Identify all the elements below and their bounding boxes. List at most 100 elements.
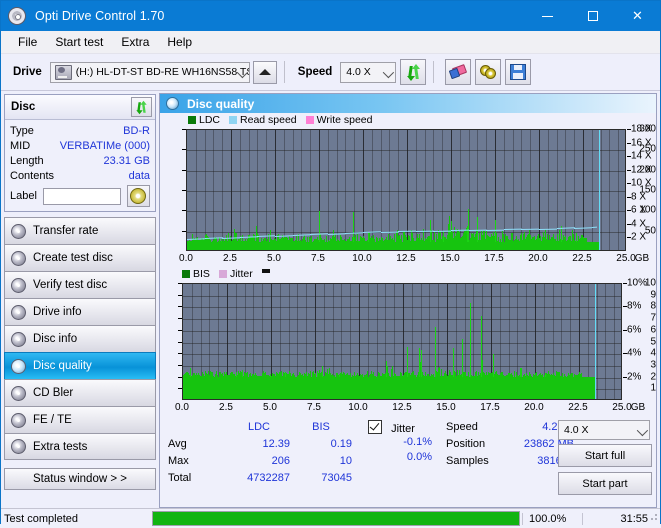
disc-quality-panel: Disc quality LDC Read speed Write speed [159, 93, 657, 508]
resize-grip[interactable] [648, 511, 658, 521]
eject-button[interactable] [252, 60, 277, 523]
sidebar-item-extra-tests[interactable]: Extra tests [4, 433, 156, 460]
stats-avg-bis: 0.19 [330, 438, 352, 450]
title-bar: Opti Drive Control 1.70 ✕ [1, 1, 660, 31]
speed-select[interactable]: 4.0 X [340, 61, 397, 83]
y2-axis-tick: 12 X [631, 164, 652, 176]
y2-axis-tick: 4% [627, 347, 642, 359]
stats-total-bis: 73045 [321, 472, 352, 484]
y-axis-tick: 5 [650, 336, 656, 347]
jitter-checkbox[interactable] [368, 420, 382, 434]
x-axis-tick: 12.5 [392, 402, 412, 413]
status-window-button[interactable]: Status window > > [4, 468, 156, 490]
chart-cursor [598, 130, 600, 250]
legend-swatch-read-speed [229, 116, 238, 124]
save-button[interactable] [505, 59, 532, 85]
save-icon [510, 64, 527, 80]
x-axis-tick: 10.0 [348, 402, 368, 413]
maximize-button[interactable] [570, 1, 615, 31]
disc-icon [11, 223, 26, 239]
drive-select[interactable]: (H:) HL-DT-ST BD-RE WH16NS58 TST4 [49, 61, 250, 83]
application-window: Opti Drive Control 1.70 ✕ File Start tes… [0, 0, 661, 528]
stats-avg-ldc: 12.39 [262, 438, 290, 450]
legend-swatch-ldc [188, 116, 196, 124]
sidebar-item-drive-info[interactable]: Drive info [4, 298, 156, 325]
legend-swatch-write-speed [305, 116, 314, 124]
x-axis-tick: 2.5 [223, 253, 237, 264]
disc-icon [11, 412, 26, 428]
disc-label-input[interactable] [42, 187, 121, 205]
y-axis-tick: 1 [650, 382, 656, 394]
discs-button[interactable] [475, 59, 502, 85]
y-axis-tick: 9 [650, 289, 656, 301]
test-speed-select[interactable]: 4.0 X [558, 420, 650, 440]
window-title: Opti Drive Control 1.70 [35, 9, 165, 23]
disc-icon [11, 358, 26, 374]
test-speed-value: 4.0 X [564, 424, 589, 436]
menu-item-extra[interactable]: Extra [112, 32, 158, 52]
y2-axis-tick: 4 X [631, 218, 647, 230]
sidebar-item-transfer-rate[interactable]: Transfer rate [4, 217, 156, 244]
sidebar-item-label: Drive info [33, 306, 82, 318]
refresh-icon [136, 100, 148, 114]
erase-button[interactable] [445, 59, 472, 85]
disc-label-browse-button[interactable] [126, 185, 150, 207]
y2-axis-tick: 14 X [631, 150, 652, 162]
y2-axis-tick: 8 X [631, 191, 647, 203]
x-axis-tick: 15.0 [436, 402, 456, 413]
chart-legend-bottom: BIS Jitter [160, 267, 656, 281]
disc-mid-label: MID [10, 139, 31, 152]
disc-type-value: BD-R [123, 124, 150, 137]
start-part-button[interactable]: Start part [558, 472, 652, 495]
sidebar-item-disc-info[interactable]: Disc info [4, 325, 156, 352]
stats-total-ldc: 4732287 [247, 472, 290, 484]
x-axis-tick: 5.0 [263, 402, 277, 413]
discs-icon [480, 65, 497, 79]
eraser-icon [449, 64, 468, 80]
x-axis-tick: 7.5 [311, 253, 325, 264]
disc-panel-title: Disc [11, 101, 36, 113]
chart-cursor [594, 284, 596, 399]
legend-label-ldc: LDC [199, 114, 221, 126]
sidebar-item-cd-bler[interactable]: CD Bler [4, 379, 156, 406]
disc-row-type: Type BD-R [10, 123, 150, 138]
stats-header-bis: BIS [312, 421, 330, 433]
x-axis-tick: 22.5 [568, 402, 588, 413]
legend-item-read-speed: Read speed [229, 114, 297, 126]
y-axis-tick: 4 [650, 347, 656, 359]
legend-item-jitter: Jitter [218, 268, 253, 280]
speed-select-value: 4.0 X [346, 66, 371, 78]
minimize-button[interactable] [525, 1, 570, 31]
sidebar-item-label: Verify test disc [33, 279, 108, 291]
toolbar: Drive (H:) HL-DT-ST BD-RE WH16NS58 TST4 … [1, 54, 660, 523]
maximize-icon [587, 11, 598, 21]
disc-contents-value: data [128, 169, 150, 182]
disc-length-value: 23.31 GB [103, 154, 150, 167]
y2-axis-tick: 6% [627, 324, 642, 336]
x-axis-unit-label: GB [634, 253, 650, 264]
menu-item-help[interactable]: Help [158, 32, 201, 52]
y2-axis-tick: 8% [627, 300, 642, 312]
sidebar-item-verify-test-disc[interactable]: Verify test disc [4, 271, 156, 298]
close-button[interactable]: ✕ [615, 1, 660, 31]
disc-refresh-button[interactable] [131, 97, 152, 117]
menu-item-file[interactable]: File [9, 32, 46, 52]
bis-chart[interactable]: 1 2 3 4 5 6 7 8 9 10 2% 4% 6% 8% 10% 0.0 2.5 5.0 7.5 10.0 12… [160, 278, 656, 416]
legend-label-write-speed: Write speed [316, 114, 373, 126]
x-axis-tick: 22.5 [572, 253, 592, 264]
menu-item-start-test[interactable]: Start test [46, 32, 112, 52]
stats-max-ldc: 206 [271, 455, 290, 467]
legend-swatch-jitter [218, 270, 227, 278]
start-full-button[interactable]: Start full [558, 444, 652, 467]
disc-icon [11, 250, 26, 266]
status-message: Test completed [4, 512, 78, 525]
sidebar-item-fe-te[interactable]: FE / TE [4, 406, 156, 433]
sidebar-item-disc-quality[interactable]: Disc quality [4, 352, 156, 379]
ldc-chart[interactable]: 50 100 150 200 250 300 2 X4 X6 X8 X 10 X 12 X 14 … [160, 124, 656, 267]
speed-label: Speed [297, 66, 333, 78]
sidebar-item-create-test-disc[interactable]: Create test disc [4, 244, 156, 271]
app-disc-icon [8, 7, 26, 25]
x-axis-tick: 0.0 [179, 253, 193, 264]
toolbar-divider-1 [283, 61, 285, 83]
refresh-button[interactable] [400, 59, 427, 85]
